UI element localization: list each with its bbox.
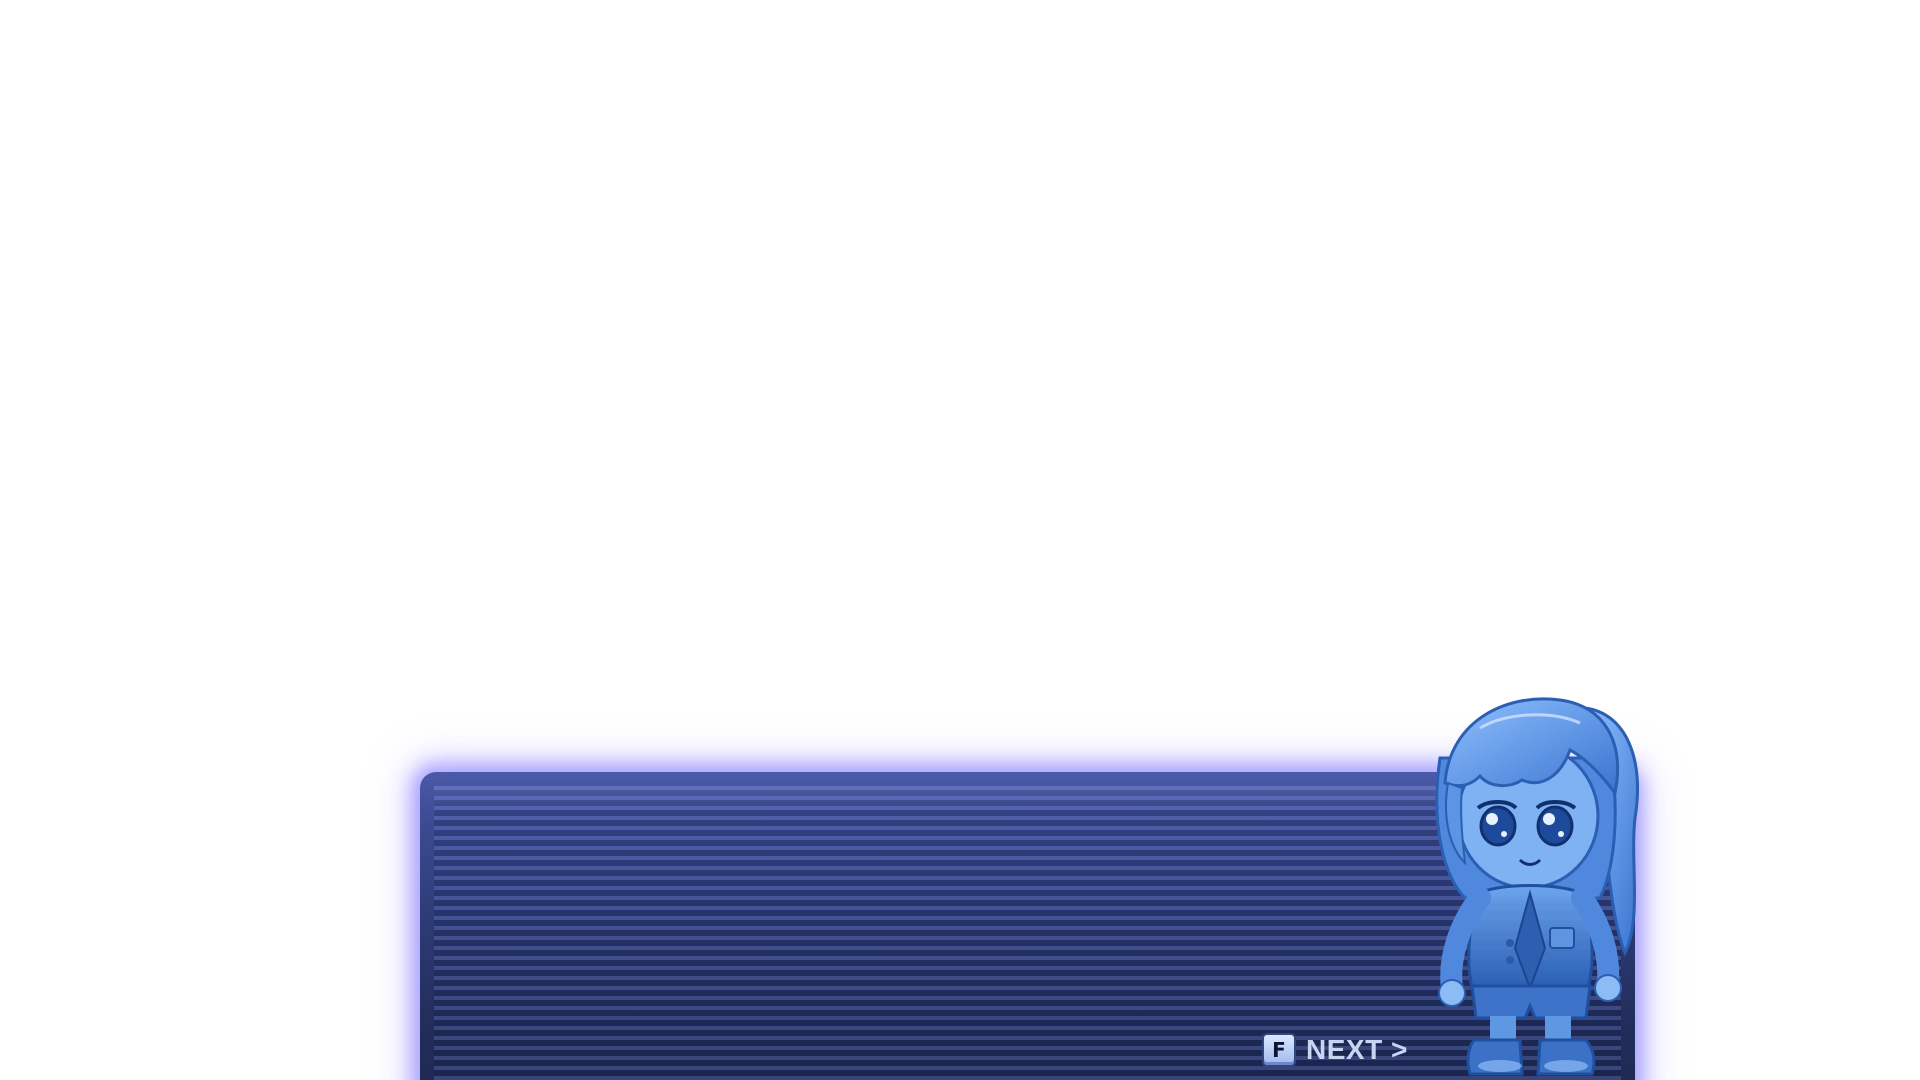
f-key-icon: F — [1262, 1033, 1296, 1067]
next-prompt-button[interactable]: F NEXT > — [1262, 1031, 1408, 1069]
next-label: NEXT > — [1306, 1034, 1408, 1065]
hologram-character-portrait — [1410, 688, 1655, 1080]
character-svg — [1435, 697, 1640, 1076]
game-scene: F NEXT > — [0, 0, 1920, 1080]
